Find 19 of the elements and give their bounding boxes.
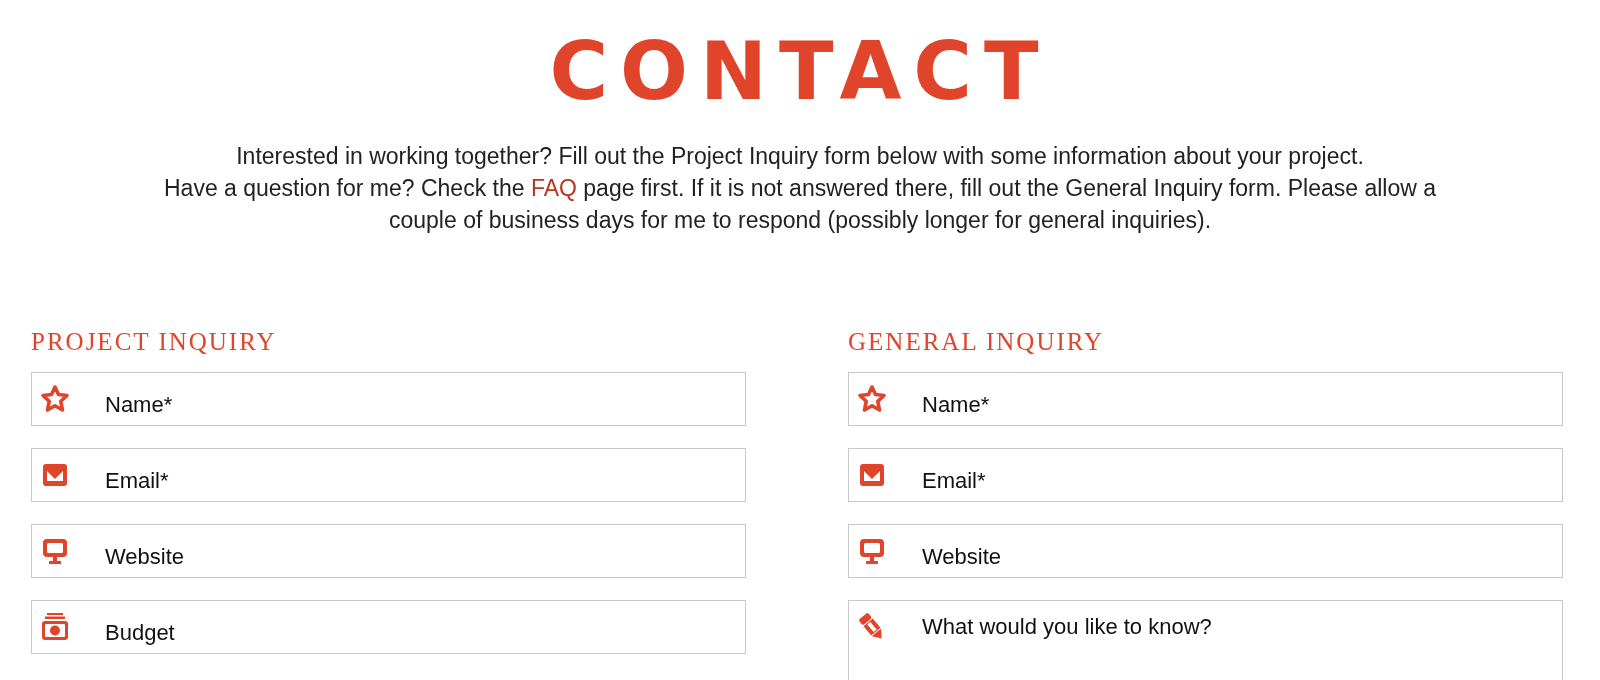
- input-field[interactable]: Budget: [31, 600, 746, 654]
- input-field[interactable]: Name*: [31, 372, 746, 426]
- input-field[interactable]: Name*: [848, 372, 1563, 426]
- monitor-icon: [857, 536, 887, 566]
- page-title: CONTACT: [548, 34, 1052, 110]
- intro-paragraph: Interested in working together? Fill out the Project Inquiry form below with some information about your project.: [235, 142, 1365, 171]
- faq-link[interactable]: FAQ: [530, 175, 577, 201]
- input-field[interactable]: Email*: [31, 448, 746, 502]
- intro-paragraph: Have a question for me? Check the FAQ page first. If it is not answered there, fill out the General Inquiry form. Please allow a couple of business days for me to respond (possibly longer for general inquiries).: [163, 174, 1437, 235]
- message-field[interactable]: What would you like to know?: [848, 600, 1563, 680]
- star-icon: [857, 384, 887, 414]
- input-field[interactable]: Website: [848, 524, 1563, 578]
- monitor-icon: [40, 536, 70, 566]
- input-field[interactable]: Email*: [848, 448, 1563, 502]
- form-heading: GENERAL INQUIRY: [848, 328, 1106, 356]
- star-icon: [40, 384, 70, 414]
- money-stack-icon: [40, 612, 70, 642]
- input-field[interactable]: Website: [31, 524, 746, 578]
- form-heading: PROJECT INQUIRY: [31, 328, 278, 356]
